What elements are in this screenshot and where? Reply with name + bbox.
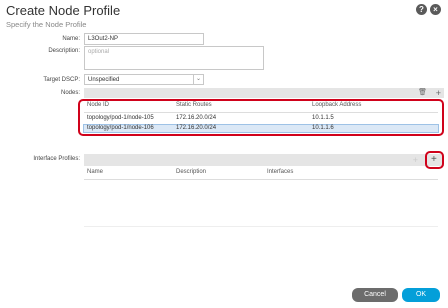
dialog-title: Create Node Profile bbox=[6, 3, 121, 18]
header-icons: ? × bbox=[416, 4, 441, 15]
col-name: Name bbox=[87, 169, 104, 175]
add-disabled-icon: + bbox=[412, 155, 418, 165]
help-icon[interactable]: ? bbox=[416, 4, 427, 15]
col-description: Description bbox=[176, 169, 207, 175]
chevron-down-icon: ⌄ bbox=[193, 75, 203, 84]
ok-button[interactable]: OK bbox=[402, 288, 440, 302]
name-input[interactable]: L3Out2-NP bbox=[84, 33, 204, 45]
divider bbox=[84, 226, 438, 227]
nodes-label: Nodes: bbox=[60, 90, 80, 96]
nodes-toolbar: 🗑 + bbox=[84, 88, 444, 98]
add-interface-icon[interactable]: + bbox=[431, 155, 437, 165]
description-input[interactable]: optional bbox=[84, 46, 264, 70]
add-node-icon[interactable]: + bbox=[436, 88, 441, 98]
dialog-subtitle: Specify the Node Profile bbox=[6, 20, 87, 29]
nodes-highlight-box bbox=[78, 99, 444, 136]
description-label: Description: bbox=[48, 48, 80, 54]
interface-table-header: Name Description Interfaces bbox=[84, 169, 440, 177]
close-icon[interactable]: × bbox=[430, 4, 441, 15]
target-dscp-value: Unspecified bbox=[88, 77, 120, 83]
trash-icon[interactable]: 🗑 bbox=[418, 88, 427, 98]
target-dscp-select[interactable]: Unspecified ⌄ bbox=[84, 74, 204, 85]
divider bbox=[84, 179, 438, 180]
interface-profiles-label: Interface Profiles: bbox=[33, 156, 80, 162]
col-interfaces: Interfaces bbox=[267, 169, 294, 175]
name-label: Name: bbox=[62, 36, 80, 42]
interface-toolbar: + bbox=[84, 154, 444, 166]
cancel-button[interactable]: Cancel bbox=[352, 288, 398, 302]
target-dscp-label: Target DSCP: bbox=[43, 77, 80, 83]
